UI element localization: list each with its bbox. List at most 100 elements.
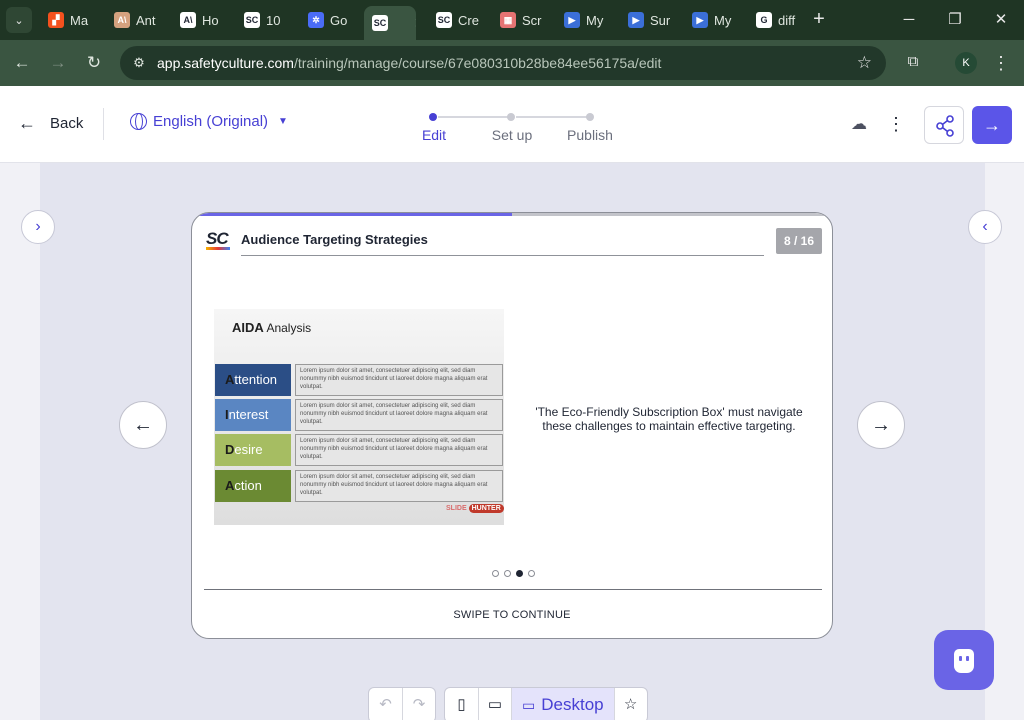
course-progress-fill bbox=[192, 213, 512, 216]
share-button[interactable] bbox=[924, 106, 964, 144]
back-button[interactable]: ← Back bbox=[18, 113, 83, 134]
tab-title: My bbox=[714, 12, 732, 28]
extensions-icon[interactable]: ⧉ bbox=[902, 51, 924, 73]
profile-avatar[interactable]: K bbox=[955, 52, 977, 74]
tab-favicon-icon: ✲ bbox=[308, 12, 324, 28]
step-publish[interactable]: Publish bbox=[567, 127, 613, 143]
tablet-icon: ▭ bbox=[487, 696, 503, 713]
language-label: English (Original) bbox=[153, 113, 269, 130]
star-icon: ☆ bbox=[623, 696, 638, 713]
logo-underline bbox=[206, 247, 230, 250]
close-tab-icon[interactable]: ✕ bbox=[414, 15, 416, 32]
tab-title: Cre bbox=[458, 12, 479, 28]
slidehunter-logo: SLIDE HUNTER bbox=[446, 504, 504, 513]
browser-tab[interactable]: ▶ My bbox=[556, 8, 618, 32]
carousel-dot[interactable] bbox=[492, 570, 499, 577]
browser-tab[interactable]: ▶ My bbox=[684, 8, 746, 32]
tab-title: Ant bbox=[136, 12, 156, 28]
header-divider bbox=[103, 108, 104, 140]
tab-title: Ma bbox=[70, 12, 89, 28]
tab-title: Sur bbox=[650, 12, 671, 28]
aida-heading: AIDA Analysis bbox=[232, 320, 311, 335]
browser-tab[interactable]: Gdiff bbox=[748, 8, 806, 32]
device-preview-group: ▯ ▭ ▭ Desktop ☆ bbox=[444, 687, 648, 720]
more-options-icon[interactable]: ⋮ bbox=[886, 113, 906, 135]
chevron-left-icon: ‹ bbox=[982, 218, 988, 235]
caret-down-icon: ▼ bbox=[278, 116, 288, 127]
chat-bot-icon bbox=[954, 649, 974, 673]
url-text[interactable]: app.safetyculture.com/training/manage/co… bbox=[157, 55, 661, 71]
step-connector bbox=[516, 116, 588, 118]
browser-tab[interactable]: SC ✕ bbox=[364, 6, 416, 40]
carousel-dot[interactable] bbox=[528, 570, 535, 577]
expand-left-panel-button[interactable]: › bbox=[21, 210, 55, 244]
chat-assistant-button[interactable] bbox=[934, 630, 994, 690]
aida-row: Action Lorem ipsum dolor sit amet, consec… bbox=[215, 470, 503, 502]
browser-tab[interactable]: A\ Ho bbox=[172, 8, 234, 32]
title-underline bbox=[241, 255, 764, 256]
course-progress-track bbox=[192, 213, 832, 216]
cloud-saved-icon[interactable]: ☁ bbox=[848, 114, 870, 136]
restore-button[interactable]: ❐ bbox=[940, 8, 970, 32]
browser-tab[interactable]: A\ Ant bbox=[106, 8, 168, 32]
aida-row: Desire Lorem ipsum dolor sit amet, consec… bbox=[215, 434, 503, 466]
safetyculture-logo: SC bbox=[206, 229, 229, 248]
browser-tab[interactable]: SC 10 bbox=[236, 8, 296, 32]
aida-row-label: Attention bbox=[215, 364, 291, 396]
aida-slide-image: AIDA Analysis Attention Lorem ipsum dolor… bbox=[214, 309, 504, 525]
previous-slide-button[interactable]: ← bbox=[119, 401, 167, 449]
swipe-to-continue-label[interactable]: SWIPE TO CONTINUE bbox=[192, 609, 832, 621]
tablet-preview-button[interactable]: ▭ bbox=[478, 688, 511, 720]
address-bar[interactable]: ⚙ app.safetyculture.com/training/manage/… bbox=[120, 46, 886, 80]
reload-button[interactable]: ↻ bbox=[82, 51, 106, 75]
undo-icon: ↶ bbox=[379, 696, 392, 713]
bottom-divider bbox=[204, 589, 822, 590]
step-setup[interactable]: Set up bbox=[492, 127, 532, 143]
browser-tab[interactable]: ▦ Scr bbox=[492, 8, 554, 32]
carousel-dot[interactable] bbox=[516, 570, 523, 577]
browser-tab[interactable]: ▞ Ma bbox=[40, 8, 102, 32]
undo-button[interactable]: ↶ bbox=[369, 688, 402, 720]
browser-tab[interactable]: ▶ Sur bbox=[620, 8, 682, 32]
close-window-button[interactable]: ✕ bbox=[986, 8, 1016, 32]
tab-favicon-icon: ▦ bbox=[500, 12, 516, 28]
phone-icon: ▯ bbox=[457, 696, 466, 713]
browser-tab-strip: ⌄ ▞ Ma A\ Ant A\ Ho SC 10 ✲ Go SC ✕ SC Cre ▦ Scr ▶ My ▶ Sur… bbox=[0, 0, 1024, 40]
next-step-button[interactable]: → bbox=[972, 106, 1012, 144]
brand-right: HUNTER bbox=[468, 504, 504, 513]
favorite-button[interactable]: ☆ bbox=[613, 688, 647, 720]
new-tab-button[interactable]: + bbox=[808, 8, 830, 30]
history-group: ↶ ↷ bbox=[368, 687, 436, 720]
url-host: app.safetyculture.com bbox=[157, 55, 294, 71]
aida-word-rest: ttention bbox=[234, 372, 278, 387]
browser-tab[interactable]: SC Cre bbox=[428, 8, 490, 32]
app-header: ← Back English (Original) ▼ Edit Set up … bbox=[0, 86, 1024, 163]
tab-favicon-icon: ▶ bbox=[692, 12, 708, 28]
slide-counter-badge: 8 / 16 bbox=[776, 228, 822, 254]
browser-forward-button[interactable]: → bbox=[46, 51, 70, 75]
browser-tab[interactable]: ✲ Go bbox=[300, 8, 360, 32]
browser-menu-icon[interactable]: ⋮ bbox=[992, 50, 1010, 76]
redo-button[interactable]: ↷ bbox=[402, 688, 435, 720]
site-info-icon[interactable]: ⚙ bbox=[130, 54, 148, 72]
back-label: Back bbox=[50, 115, 84, 132]
step-edit[interactable]: Edit bbox=[422, 127, 446, 143]
minimize-button[interactable]: ─ bbox=[894, 8, 924, 32]
monitor-icon: ▭ bbox=[522, 697, 536, 713]
slide-title: Audience Targeting Strategies bbox=[241, 232, 428, 247]
language-selector[interactable]: English (Original) ▼ bbox=[130, 113, 288, 130]
expand-right-panel-button[interactable]: ‹ bbox=[968, 210, 1002, 244]
aida-word-rest: ction bbox=[234, 478, 262, 493]
bookmark-star-icon[interactable]: ☆ bbox=[857, 53, 872, 73]
desktop-preview-button[interactable]: ▭ Desktop bbox=[511, 688, 614, 720]
tab-search-button[interactable]: ⌄ bbox=[6, 7, 32, 33]
aida-heading-rest: Analysis bbox=[263, 321, 312, 335]
tab-title: Go bbox=[330, 12, 348, 28]
aida-row-description: Lorem ipsum dolor sit amet, consectetuer… bbox=[295, 470, 503, 502]
carousel-dot[interactable] bbox=[504, 570, 511, 577]
next-slide-button[interactable]: → bbox=[857, 401, 905, 449]
browser-back-button[interactable]: ← bbox=[10, 51, 34, 75]
mobile-preview-button[interactable]: ▯ bbox=[445, 688, 478, 720]
aida-row-description: Lorem ipsum dolor sit amet, consectetuer… bbox=[295, 434, 503, 466]
aida-word-rest: esire bbox=[234, 442, 263, 457]
